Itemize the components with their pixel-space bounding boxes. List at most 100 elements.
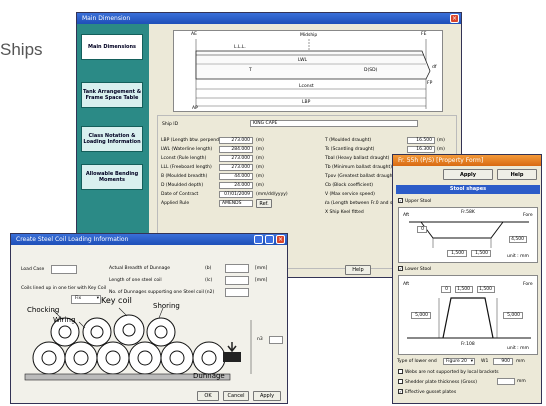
- upper-stool-checkbox[interactable]: ✓ Upper Stool: [398, 198, 431, 204]
- lconst-label: Lconst (Rule length): [161, 156, 207, 161]
- breadth-input[interactable]: 44.000: [219, 173, 253, 180]
- shedder-checkbox-icon: [398, 379, 403, 384]
- upper-aft-label: Aft: [403, 213, 410, 218]
- upper-dim-2[interactable]: 1,500: [447, 250, 467, 257]
- min-ballast-label: Tb (Minimum ballast draught): [325, 165, 393, 170]
- diagram-lll: L.L.L.: [234, 45, 246, 50]
- nav-tank-arrangement[interactable]: Tank Arrangement & Frame Space Table: [81, 82, 143, 108]
- upper-dim-3[interactable]: 1,500: [471, 250, 491, 257]
- lower-end-type-select[interactable]: Figure 20 ▾: [443, 358, 475, 365]
- rule-label: Applied Rule: [161, 201, 190, 206]
- lbp-input[interactable]: 273.000: [219, 137, 253, 144]
- breadth-unit: (m): [256, 174, 264, 179]
- lower-end-type-label: Type of lower end: [397, 359, 437, 364]
- n3-input[interactable]: [269, 336, 283, 344]
- coil-cancel-button[interactable]: Cancel: [223, 391, 249, 401]
- check-icon: ✓: [398, 198, 403, 203]
- lconst-input[interactable]: 273.000: [219, 155, 253, 162]
- lower-dim-1[interactable]: 1,500: [455, 286, 473, 293]
- dunnage-count-input[interactable]: [225, 288, 249, 297]
- lbp-unit: (m): [256, 138, 264, 143]
- ships-caption: Ships: [0, 40, 43, 59]
- close-icon[interactable]: ×: [450, 14, 459, 23]
- nav-tank-arrangement-label: Tank Arrangement & Frame Space Table: [82, 89, 142, 101]
- coil-ok-button[interactable]: OK: [197, 391, 219, 401]
- lower-dim-0[interactable]: 0: [441, 286, 451, 293]
- rule-input[interactable]: AMENDS: [219, 200, 253, 207]
- stool-section-title: Stool shapes: [449, 186, 487, 192]
- draught-unit: (m): [437, 138, 445, 143]
- lower-dim-4[interactable]: 5,000: [503, 312, 523, 319]
- coil-window: Create Steel Coil Loading Information × …: [10, 233, 288, 404]
- shoring-label: Shoring: [153, 302, 180, 310]
- breadth-dunnage-sym: (b): [205, 266, 212, 271]
- coil-diagram: [24, 307, 252, 381]
- draught-input[interactable]: 16.500: [407, 137, 435, 144]
- chevron-down-icon: ▾: [470, 359, 473, 364]
- diagram-ap: AP: [192, 106, 198, 111]
- stool-window-titlebar: Fr. 55h (P/S) [Property Form]: [393, 155, 541, 166]
- close-icon[interactable]: ×: [276, 235, 285, 244]
- breadth-dunnage-input[interactable]: [225, 264, 249, 273]
- nav-class-notation[interactable]: Class Notation & Loading Information: [81, 126, 143, 152]
- webs-option[interactable]: Webs are not supported by local brackets: [398, 369, 499, 375]
- coil-length-unit: [mm]: [255, 278, 268, 283]
- lower-frame-label: Fr.108: [461, 342, 475, 347]
- coil-apply-button[interactable]: Apply: [253, 391, 281, 401]
- lconst-unit: (m): [256, 156, 264, 161]
- chocking-label: Chocking: [27, 306, 60, 314]
- depth-input[interactable]: 24.000: [219, 182, 253, 189]
- diagram-lconst: Lconst: [299, 84, 314, 89]
- w1-unit: mm: [516, 359, 525, 364]
- rule-ref-button[interactable]: Ref.: [256, 199, 272, 208]
- keycoil-select-value: Fix: [75, 296, 82, 301]
- lower-dim-3[interactable]: 5,000: [411, 312, 431, 319]
- contract-input[interactable]: 07/01/2009: [219, 191, 253, 198]
- lower-dim-2[interactable]: 1,500: [477, 286, 495, 293]
- diagram-fp: FP: [427, 81, 433, 86]
- load-case-input[interactable]: [51, 265, 77, 274]
- scantling-unit: (m): [437, 147, 445, 152]
- keel-checkbox[interactable]: X Ship Keel fitted: [325, 210, 364, 215]
- stool-apply-button[interactable]: Apply: [443, 169, 493, 180]
- lll-unit: (m): [256, 165, 264, 170]
- upper-stool-panel: Aft Fore Fr.58K 0 4,500 1,500 1,500 unit…: [398, 207, 538, 263]
- lll-label: LLL (Freeboard length): [161, 165, 212, 170]
- upper-unit-label: unit : mm: [507, 254, 529, 259]
- main-window-title: Main Dimension: [82, 15, 131, 22]
- upper-dim-0[interactable]: 0: [417, 226, 427, 233]
- maximize-icon[interactable]: [265, 235, 274, 244]
- nav-allowable-bending[interactable]: Allowable Bending Moments: [81, 164, 143, 190]
- dunnage-count-sym: (n2): [205, 290, 215, 295]
- shedder-input[interactable]: [497, 378, 515, 385]
- lower-stool-label: Lower Stool: [405, 267, 432, 272]
- upper-frame-label: Fr.58K: [461, 210, 475, 215]
- ship-id-input[interactable]: KING CAPE: [250, 120, 418, 127]
- stool-help-button[interactable]: Help: [497, 169, 537, 180]
- gusset-option[interactable]: ✓ Effective gusset plates: [398, 389, 456, 395]
- lower-unit-label: unit : mm: [507, 346, 529, 351]
- draught-label: T (Moulded draught): [325, 138, 372, 143]
- main-window-titlebar: Main Dimension ×: [77, 13, 461, 24]
- w1-input[interactable]: 900: [493, 358, 513, 365]
- webs-checkbox-icon: [398, 369, 403, 374]
- main-help-button[interactable]: Help: [345, 265, 371, 275]
- breadth-dunnage-label: Actual Breadth of Dunnage: [109, 266, 170, 271]
- scantling-input[interactable]: 16.300: [407, 146, 435, 153]
- shedder-option[interactable]: Shedder plate thickness (Gross): [398, 379, 477, 385]
- diagram-t: T: [249, 68, 252, 73]
- upper-dim-1[interactable]: 4,500: [509, 236, 527, 243]
- nav-main-dimensions[interactable]: Main Dimensions: [81, 34, 143, 60]
- lwl-input[interactable]: 284.000: [219, 146, 253, 153]
- wiring-label: Wiring: [53, 316, 76, 324]
- coil-length-input[interactable]: [225, 276, 249, 285]
- lower-stool-checkbox[interactable]: ✓ Lower Stool: [398, 266, 431, 272]
- ship-id-label: Ship ID: [162, 122, 179, 127]
- lll-input[interactable]: 273.000: [219, 164, 253, 171]
- minimize-icon[interactable]: [254, 235, 263, 244]
- depth-label: D (Moulded depth): [161, 183, 204, 188]
- lower-stool-panel: Aft Fore 0 1,500 1,500 5,000 5,000 Fr.10…: [398, 275, 538, 355]
- keel-checkbox-label: X Ship Keel fitted: [325, 210, 364, 215]
- breadth-dunnage-unit: [mm]: [255, 266, 268, 271]
- breadth-label: B (Moulded breadth): [161, 174, 208, 179]
